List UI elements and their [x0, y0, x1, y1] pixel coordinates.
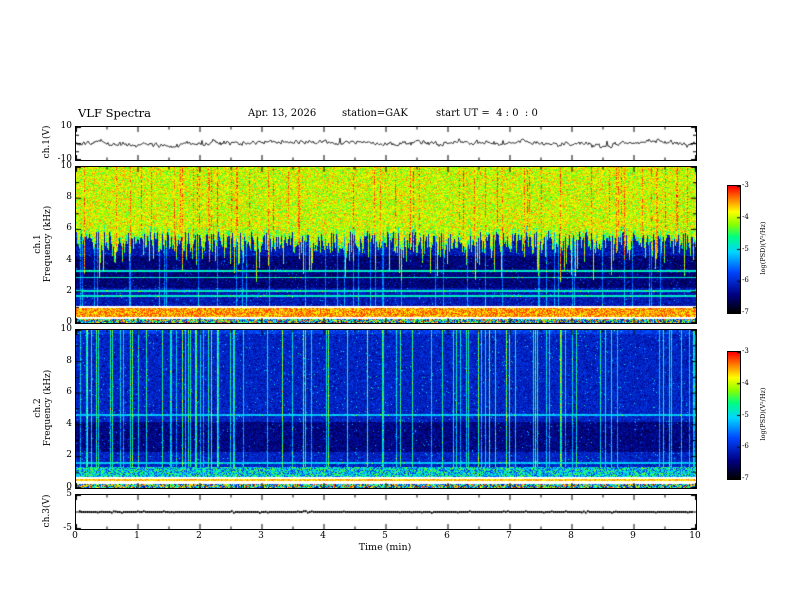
y-tick-label: 2 — [66, 450, 72, 461]
ch1-colorbar-unit-label: log(PSD)(V²/Hz) — [759, 221, 767, 275]
y-tick-label: 10 — [60, 161, 72, 171]
y-tick-label: 6 — [66, 387, 72, 398]
y-tick-label: 8 — [66, 355, 72, 366]
ch1-colorbar — [727, 185, 741, 314]
ch1-frequency-axis-label: ch.1 Frequency (kHz) — [33, 206, 53, 283]
y-tick-label: 5 — [66, 489, 72, 499]
x-tick-label: 2 — [196, 531, 202, 541]
x-tick-label: 10 — [689, 531, 701, 541]
ch1-spectrogram-canvas — [76, 167, 696, 323]
x-tick-label: 4 — [320, 531, 326, 541]
colorbar-tick-label: -5 — [742, 410, 749, 419]
y-tick-label: 6 — [66, 223, 72, 234]
date-label: Apr. 13, 2026 — [248, 108, 317, 119]
y-tick-label: 10 — [60, 121, 72, 131]
colorbar-tick-label: -3 — [742, 347, 749, 355]
y-tick-label: 4 — [66, 254, 72, 265]
colorbar-tick-label: -4 — [742, 378, 749, 387]
x-tick-label: 9 — [630, 531, 636, 541]
ch2-colorbar-unit-label: log(PSD)(V²/Hz) — [759, 387, 767, 441]
ch2-colorbar-canvas — [728, 352, 740, 479]
x-tick-label: 5 — [382, 531, 388, 541]
ch1-waveform-panel — [75, 126, 697, 161]
y-tick-label: -5 — [63, 523, 72, 533]
ch2-spectrogram-panel — [75, 329, 697, 489]
station-label: station=GAK — [342, 108, 408, 119]
ch2-axis-channel-label: ch.2 — [33, 398, 43, 418]
ch2-colorbar — [727, 351, 741, 480]
ch2-spectrogram-canvas — [76, 330, 696, 488]
y-tick-label: 4 — [66, 418, 72, 429]
x-tick-label: 6 — [444, 531, 450, 541]
vlf-spectra-figure: VLF Spectra Apr. 13, 2026 station=GAK st… — [0, 0, 792, 612]
x-axis-title: Time (min) — [358, 542, 412, 553]
x-tick-label: 3 — [258, 531, 264, 541]
colorbar-tick-label: -3 — [742, 181, 749, 189]
colorbar-tick-label: -7 — [742, 308, 749, 316]
x-tick-label: 8 — [568, 531, 574, 541]
colorbar-tick-label: -6 — [742, 276, 749, 285]
x-tick-label: 1 — [134, 531, 140, 541]
y-tick-label: 8 — [66, 192, 72, 203]
ch1-axis-frequency-label: Frequency (kHz) — [43, 205, 53, 283]
x-tick-label: 7 — [506, 531, 512, 541]
figure-title: VLF Spectra — [78, 106, 152, 120]
colorbar-tick-label: -4 — [742, 212, 749, 221]
colorbar-tick-label: -7 — [742, 474, 749, 482]
ch3-waveform-panel — [75, 494, 697, 530]
y-tick-label: 10 — [60, 324, 72, 334]
start-time-label: start UT = 4 : 0 : 0 — [436, 108, 538, 119]
colorbar-tick-label: -6 — [742, 442, 749, 451]
ch1-colorbar-canvas — [728, 186, 740, 313]
ch2-frequency-axis-label: ch.2 Frequency (kHz) — [33, 370, 53, 447]
ch1-spectrogram-panel — [75, 166, 697, 324]
ch3-waveform-canvas — [76, 495, 696, 529]
ch1-waveform-canvas — [76, 127, 696, 160]
ch2-axis-frequency-label: Frequency (kHz) — [43, 369, 53, 447]
y-tick-label: 2 — [66, 285, 72, 296]
colorbar-tick-label: -5 — [742, 244, 749, 253]
ch1-axis-channel-label: ch.1 — [33, 234, 43, 254]
